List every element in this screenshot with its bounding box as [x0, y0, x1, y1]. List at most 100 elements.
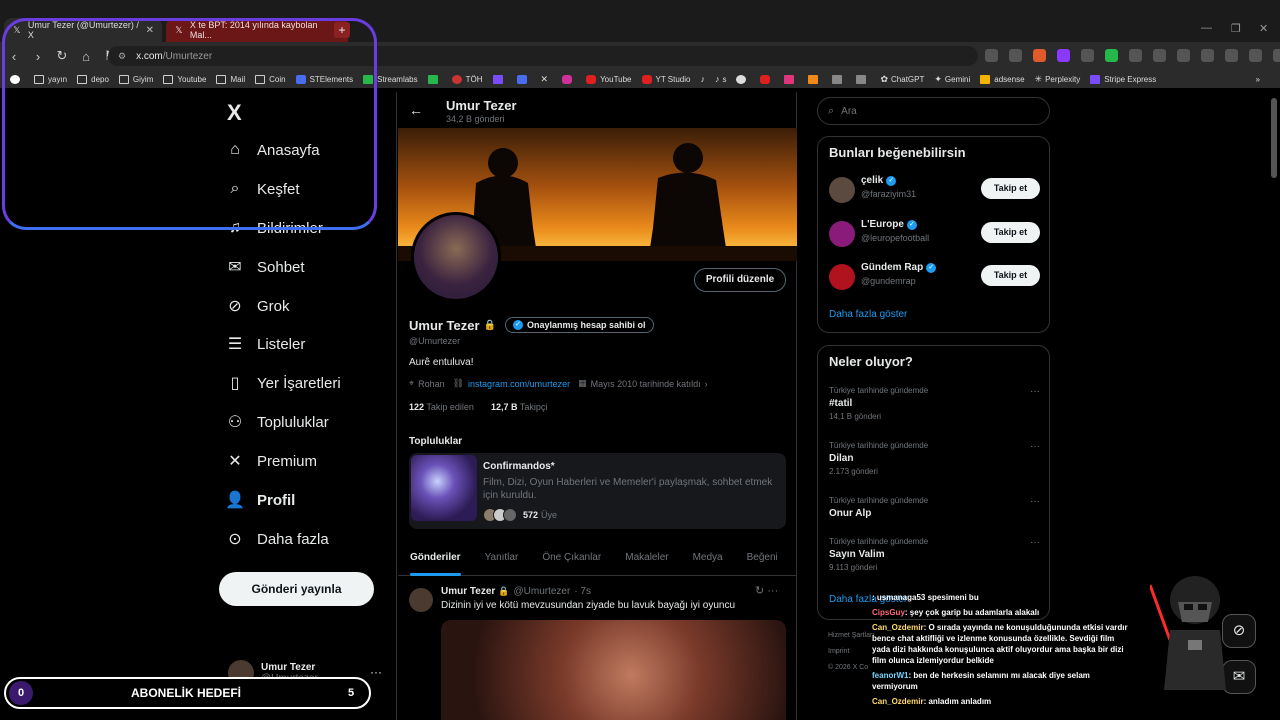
- bookmark-item[interactable]: ✦ Gemini: [934, 74, 970, 85]
- back-arrow-icon[interactable]: ←: [409, 102, 423, 118]
- bookmark-item[interactable]: YT Studio: [641, 74, 691, 84]
- nav-item-lists[interactable]: ☰ Listeler: [226, 335, 306, 354]
- nav-item-grok[interactable]: ⊘ Grok: [226, 297, 289, 316]
- bookmark-item[interactable]: [760, 74, 774, 84]
- communities-title: Topluluklar: [409, 436, 463, 447]
- trends-panel: Neler oluyor? Türkiye tarihinde gündemde…: [817, 345, 1050, 620]
- page-scrollbar[interactable]: [1270, 92, 1278, 720]
- minimize-icon[interactable]: —: [1201, 22, 1212, 34]
- suggestion-row[interactable]: Gündem Rap ✓ @gundemrap Takip et: [829, 260, 1040, 296]
- nav-item-communities[interactable]: ⚇ Topluluklar: [226, 413, 329, 432]
- account-more-icon[interactable]: ···: [370, 665, 382, 679]
- tweet-image[interactable]: [441, 620, 786, 720]
- bookmark-item[interactable]: ✕: [541, 74, 553, 85]
- chevron-right-icon[interactable]: ›: [705, 379, 708, 389]
- wallet-icon[interactable]: [1225, 49, 1238, 62]
- tweet-author-handle[interactable]: @Umurtezer: [514, 586, 571, 597]
- footer-link[interactable]: Hizmet Şartları: [828, 632, 874, 639]
- followers-link[interactable]: 12,7 B Takipçi: [491, 402, 547, 412]
- profile-link[interactable]: instagram.com/umurtezer: [468, 379, 570, 389]
- tab-likes[interactable]: Beğeni: [747, 540, 778, 575]
- bookmarks-overflow-button[interactable]: »: [1256, 75, 1260, 84]
- bookmark-item[interactable]: [516, 74, 531, 84]
- bookmark-label: YT Studio: [655, 74, 691, 84]
- tweet-author-name[interactable]: Umur Tezer: [441, 586, 495, 597]
- sidebar-icon[interactable]: [1201, 49, 1214, 62]
- follow-button[interactable]: Takip et: [981, 265, 1040, 286]
- suggestion-name: Gündem Rap ✓: [861, 262, 937, 273]
- bookmark-item[interactable]: [492, 74, 507, 84]
- bookmark-item[interactable]: adsense: [980, 74, 1025, 84]
- maximize-icon[interactable]: ❐: [1231, 22, 1241, 35]
- nav-item-profile[interactable]: 👤 Profil: [225, 491, 295, 510]
- bookmark-item[interactable]: ♪: [700, 74, 705, 84]
- vpn-icon[interactable]: [1249, 49, 1262, 62]
- following-link[interactable]: 122 Takip edilen: [409, 402, 474, 412]
- community-card[interactable]: Confirmandos* Film, Dizi, Oyun Haberleri…: [409, 453, 786, 529]
- more-icon[interactable]: ···: [1030, 537, 1040, 548]
- scrollbar-thumb[interactable]: [1271, 98, 1277, 178]
- trend-item[interactable]: Türkiye tarihinde gündemde Sayın Valim 9…: [829, 537, 1040, 572]
- trend-item[interactable]: Türkiye tarihinde gündemde Onur Alp ···: [829, 496, 1040, 519]
- follow-button[interactable]: Takip et: [981, 222, 1040, 243]
- menu-icon[interactable]: [1273, 49, 1280, 62]
- extension-icon[interactable]: [1177, 49, 1190, 62]
- extension-icon[interactable]: [1081, 49, 1094, 62]
- trend-item[interactable]: Türkiye tarihinde gündemde Dilan 2.173 g…: [829, 441, 1040, 476]
- bookmark-icon: [808, 74, 819, 84]
- verify-pill-button[interactable]: ✓ Onaylanmış hesap sahibi ol: [505, 317, 654, 333]
- tweet-avatar[interactable]: [409, 588, 433, 612]
- footer-link[interactable]: Imprint: [828, 648, 849, 655]
- bookmark-item[interactable]: TÖH: [451, 74, 483, 84]
- trend-item[interactable]: Türkiye tarihinde gündemde #tatil 14,1 B…: [829, 386, 1040, 421]
- share-icon[interactable]: [1009, 49, 1022, 62]
- bookmark-item[interactable]: [427, 74, 442, 84]
- trend-name: Sayın Valim: [829, 549, 885, 560]
- extension-icon[interactable]: [1105, 49, 1118, 62]
- tab-articles[interactable]: Makaleler: [625, 540, 668, 575]
- brave-rewards-icon[interactable]: [1057, 49, 1070, 62]
- extension-icon[interactable]: [1129, 49, 1142, 62]
- tab-replies[interactable]: Yanıtlar: [485, 540, 519, 575]
- extension-icon[interactable]: [985, 49, 998, 62]
- bookmark-item[interactable]: [856, 74, 870, 84]
- window-close-icon[interactable]: ✕: [1259, 22, 1268, 35]
- tab-media[interactable]: Medya: [693, 540, 723, 575]
- tweet-more-icon[interactable]: ↻ ···: [755, 584, 778, 597]
- tab-posts[interactable]: Gönderiler: [410, 540, 461, 576]
- nav-item-messages[interactable]: ✉ Sohbet: [226, 258, 304, 277]
- bookmark-item[interactable]: [784, 74, 798, 84]
- tweet-time[interactable]: · 7s: [574, 586, 591, 597]
- follow-button[interactable]: Takip et: [981, 178, 1040, 199]
- nav-item-more[interactable]: ⊙ Daha fazla: [226, 530, 328, 549]
- nav-item-premium[interactable]: ✕ Premium: [226, 452, 317, 471]
- bookmark-item[interactable]: Stripe Express: [1090, 74, 1156, 84]
- bookmark-item[interactable]: YouTube: [586, 74, 632, 84]
- edit-profile-button[interactable]: Profili düzenle: [694, 268, 786, 292]
- suggestion-row[interactable]: çelik ✓ @faraziyim31 Takip et: [829, 173, 1040, 209]
- person-icon: 👤: [225, 492, 245, 509]
- tab-highlights[interactable]: Öne Çıkanlar: [542, 540, 601, 575]
- bookmark-item[interactable]: [562, 74, 576, 84]
- suggestion-row[interactable]: L'Europe ✓ @leuropefootball Takip et: [829, 217, 1040, 253]
- bookmark-item[interactable]: [736, 74, 750, 84]
- puzzle-icon[interactable]: [1153, 49, 1166, 62]
- show-more-link[interactable]: Daha fazla göster: [829, 309, 907, 320]
- bookmark-item[interactable]: ✳ Perplexity: [1035, 74, 1081, 85]
- brave-shield-icon[interactable]: [1033, 49, 1046, 62]
- bookmark-item[interactable]: [808, 74, 822, 84]
- bookmark-item[interactable]: ✿ ChatGPT: [880, 74, 924, 85]
- followers-count: 12,7 B: [490, 402, 518, 412]
- trend-name: Onur Alp: [829, 508, 872, 519]
- people-icon: ⚇: [227, 414, 243, 431]
- more-icon[interactable]: ···: [1030, 441, 1040, 452]
- more-icon[interactable]: ···: [1030, 496, 1040, 507]
- bookmark-item[interactable]: [832, 74, 846, 84]
- nav-item-bookmarks[interactable]: ▯ Yer İşaretleri: [226, 374, 341, 393]
- more-icon[interactable]: ···: [1030, 386, 1040, 397]
- profile-avatar[interactable]: [411, 212, 501, 302]
- extension-icons: [985, 49, 1280, 62]
- bookmark-item[interactable]: ♪ s: [715, 74, 727, 84]
- post-button[interactable]: Gönderi yayınla: [219, 572, 374, 606]
- search-input[interactable]: ⌕ Ara: [817, 97, 1050, 125]
